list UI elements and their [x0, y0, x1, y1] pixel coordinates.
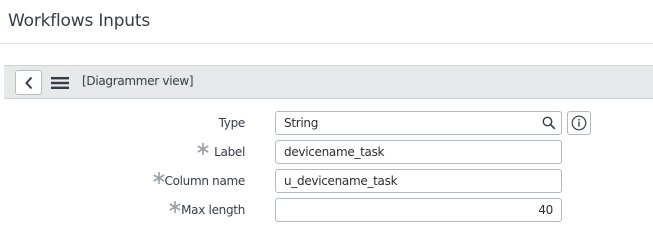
type-lookup-button[interactable]	[537, 111, 562, 135]
form-toolbar: [Diagrammer view]	[4, 65, 653, 99]
info-icon	[571, 115, 587, 131]
asterisk-icon	[197, 143, 209, 155]
field-label-label: Label	[214, 145, 245, 159]
label-field[interactable]: devicename_task	[275, 140, 562, 164]
max-length-field[interactable]: 40	[275, 198, 562, 222]
type-field[interactable]: String	[275, 111, 538, 135]
back-button[interactable]	[15, 70, 42, 95]
column-name-field[interactable]: u_devicename_task	[275, 169, 562, 193]
search-icon	[542, 116, 556, 130]
form-row-max-length: Max length 40	[0, 198, 653, 222]
type-info-button[interactable]	[567, 111, 591, 135]
view-title: [Diagrammer view]	[82, 74, 194, 88]
page-title: Workflows Inputs	[8, 11, 150, 31]
page-header: Workflows Inputs	[0, 0, 653, 44]
context-menu-button[interactable]	[50, 73, 70, 93]
form-row-label: Label devicename_task	[0, 140, 653, 164]
form-row-type: Type String	[0, 111, 653, 135]
field-label-type: Type	[218, 116, 246, 130]
required-indicator	[195, 141, 211, 157]
asterisk-icon	[169, 201, 181, 213]
hamburger-menu-icon	[51, 77, 69, 89]
form-row-column-name: Column name u_devicename_task	[0, 169, 653, 193]
field-label-max-length: Max length	[181, 203, 245, 217]
field-label-column-name: Column name	[164, 174, 245, 188]
chevron-left-icon	[24, 76, 32, 89]
